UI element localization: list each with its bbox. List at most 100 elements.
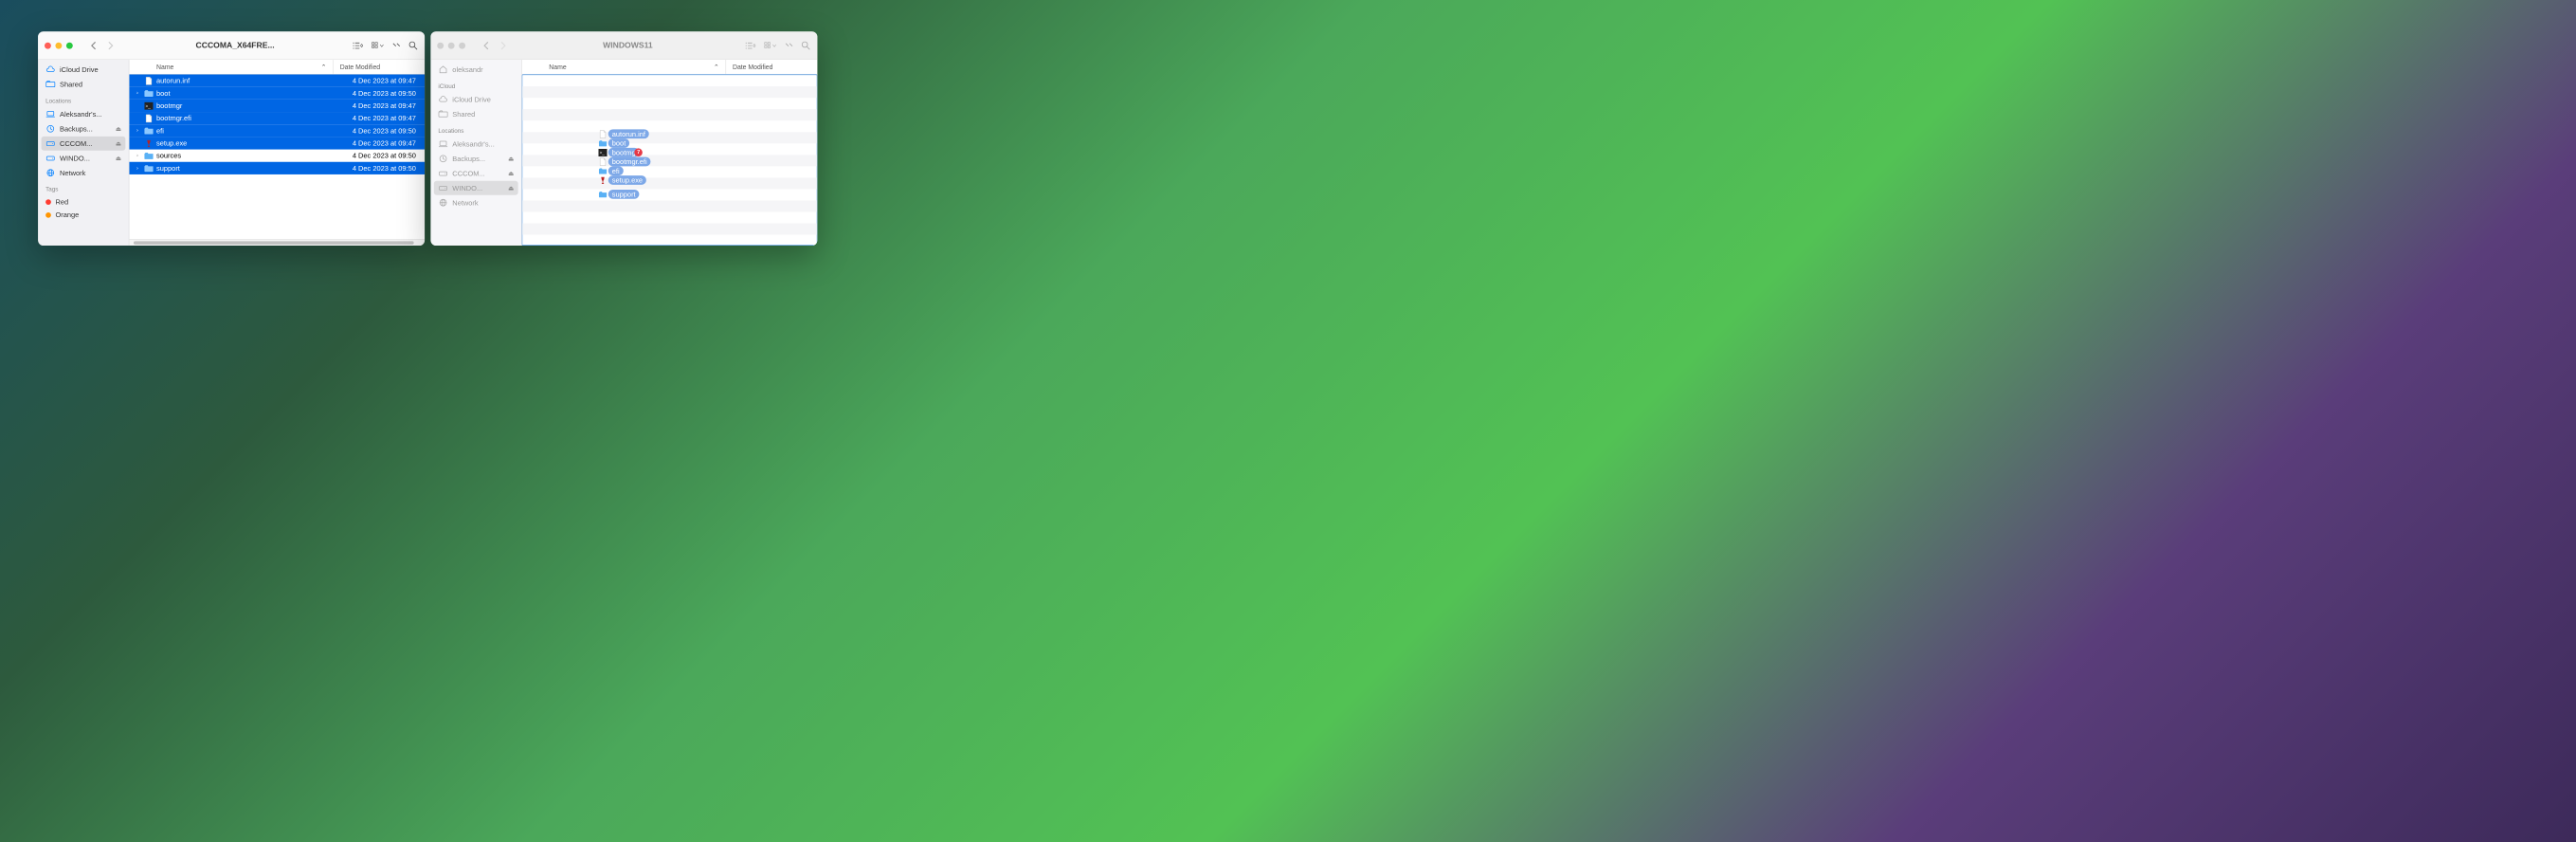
file-date: 4 Dec 2023 at 09:50 (334, 127, 421, 136)
svg-text:>_: >_ (600, 150, 606, 155)
sidebar-item-backups[interactable]: Backups... ⏏ (434, 152, 518, 166)
file-icon (598, 167, 607, 175)
file-icon: >_ (598, 148, 607, 156)
drag-preview-label: boot (608, 138, 630, 148)
sidebar-item-label: CCCOM... (60, 139, 111, 148)
globe-icon (45, 168, 55, 177)
eject-icon[interactable]: ⏏ (508, 156, 514, 162)
sidebar-item-cccoma[interactable]: CCCOM... ⏏ (42, 137, 126, 151)
column-headers: Name⌃ Date Modified (522, 60, 818, 74)
file-list[interactable]: autorun.inf 4 Dec 2023 at 09:47 › boot 4… (129, 75, 425, 240)
file-name: bootmgr (156, 101, 334, 110)
horizontal-scrollbar[interactable] (129, 239, 425, 246)
titlebar: CCCOMA_X64FRE... (38, 31, 425, 60)
more-icon[interactable] (785, 42, 793, 48)
sidebar-item-network[interactable]: Network (42, 166, 126, 180)
sidebar-item-home[interactable]: oleksandr (434, 63, 518, 77)
minimize-button[interactable] (55, 42, 62, 48)
more-icon[interactable] (392, 42, 401, 48)
eject-icon[interactable]: ⏏ (116, 155, 121, 161)
drag-preview-item: setup.exe (598, 175, 650, 185)
drag-preview-label: efi (608, 166, 624, 175)
folder-shared-icon (45, 80, 55, 89)
forward-button[interactable] (496, 38, 511, 53)
close-button[interactable] (437, 42, 444, 48)
file-row[interactable]: › boot 4 Dec 2023 at 09:50 (129, 87, 425, 100)
sidebar-item-mac[interactable]: Aleksandr's... (42, 107, 126, 121)
disk-icon (45, 154, 55, 163)
column-date[interactable]: Date Modified (334, 60, 425, 74)
sidebar-item-icloud-drive[interactable]: iCloud Drive (434, 92, 518, 106)
sidebar-item-shared[interactable]: Shared (42, 77, 126, 91)
sidebar-item-label: WINDO... (60, 154, 111, 162)
folder-shared-icon (438, 109, 447, 119)
search-icon[interactable] (408, 41, 418, 50)
file-icon (598, 138, 607, 147)
sidebar-item-shared[interactable]: Shared (434, 107, 518, 121)
locations-label: Locations (38, 96, 129, 106)
clock-icon (45, 124, 55, 134)
cloud-icon (45, 64, 55, 74)
file-row[interactable]: setup.exe 4 Dec 2023 at 09:47 (129, 137, 425, 149)
sidebar-item-mac[interactable]: Aleksandr's... (434, 137, 518, 151)
laptop-icon (438, 139, 447, 149)
disclosure-triangle-icon[interactable]: › (134, 165, 141, 171)
column-date[interactable]: Date Modified (726, 60, 817, 74)
view-list-icon[interactable] (745, 41, 757, 49)
eject-icon[interactable]: ⏏ (508, 185, 514, 192)
file-row[interactable]: › efi 4 Dec 2023 at 09:50 (129, 124, 425, 137)
sidebar-item-windows11[interactable]: WINDO... ⏏ (42, 151, 126, 165)
eject-icon[interactable]: ⏏ (508, 170, 514, 176)
drag-preview-item: bootmgr.efi (598, 157, 650, 167)
disclosure-triangle-icon[interactable]: › (134, 128, 141, 134)
globe-icon (438, 198, 447, 208)
tags-label: Tags (38, 184, 129, 194)
eject-icon[interactable]: ⏏ (116, 140, 121, 147)
file-row[interactable]: >_ bootmgr 4 Dec 2023 at 09:47 (129, 100, 425, 112)
disclosure-triangle-icon[interactable]: › (134, 153, 141, 158)
svg-text:>_: >_ (146, 103, 152, 108)
sidebar-item-label: Network (452, 198, 514, 207)
search-icon[interactable] (801, 41, 810, 50)
cloud-icon (438, 95, 447, 104)
view-list-icon[interactable] (352, 41, 364, 49)
drag-preview-label: autorun.inf (608, 129, 649, 138)
clock-icon (438, 154, 447, 163)
forward-button[interactable] (103, 38, 118, 53)
file-name: autorun.inf (156, 77, 334, 85)
fullscreen-button[interactable] (459, 42, 465, 48)
disclosure-triangle-icon[interactable]: › (134, 90, 141, 96)
minimize-button[interactable] (448, 42, 455, 48)
eject-icon[interactable]: ⏏ (116, 125, 121, 132)
file-date: 4 Dec 2023 at 09:47 (334, 77, 421, 85)
file-row[interactable]: autorun.inf 4 Dec 2023 at 09:47 (129, 75, 425, 87)
sidebar-tag-red[interactable]: Red (42, 195, 126, 208)
sidebar-tag-orange[interactable]: Orange (42, 209, 126, 221)
file-name: sources (156, 152, 334, 160)
sidebar-item-backups[interactable]: Backups... ⏏ (42, 121, 126, 136)
fullscreen-button[interactable] (66, 42, 73, 48)
file-icon (143, 138, 154, 148)
sidebar-item-icloud-drive[interactable]: iCloud Drive (42, 63, 126, 77)
sidebar-item-windows11[interactable]: WINDO... ⏏ (434, 181, 518, 195)
back-button[interactable] (479, 38, 494, 53)
sidebar-item-cccoma[interactable]: CCCOM... ⏏ (434, 166, 518, 180)
column-name[interactable]: Name⌃ (129, 60, 333, 74)
file-row[interactable]: › support 4 Dec 2023 at 09:50 (129, 162, 425, 174)
file-icon (598, 175, 607, 184)
column-name[interactable]: Name⌃ (522, 60, 726, 74)
drag-preview-item: efi (598, 166, 650, 175)
drop-target-area[interactable]: autorun.inf boot >_ bootmg7 bootmgr.efi … (522, 75, 818, 246)
group-icon[interactable] (764, 41, 777, 49)
sidebar-item-label: iCloud Drive (60, 65, 121, 74)
group-icon[interactable] (372, 41, 385, 49)
file-row[interactable]: › sources 4 Dec 2023 at 09:50 (129, 150, 425, 162)
empty-list-background (522, 75, 817, 245)
file-date: 4 Dec 2023 at 09:47 (334, 101, 421, 110)
sidebar-item-network[interactable]: Network (434, 195, 518, 210)
sidebar-item-label: Backups... (452, 155, 503, 163)
close-button[interactable] (45, 42, 51, 48)
back-button[interactable] (86, 38, 101, 53)
finder-window-source: CCCOMA_X64FRE... iCloud Drive Shared Loc… (38, 31, 425, 246)
file-row[interactable]: bootmgr.efi 4 Dec 2023 at 09:47 (129, 112, 425, 124)
